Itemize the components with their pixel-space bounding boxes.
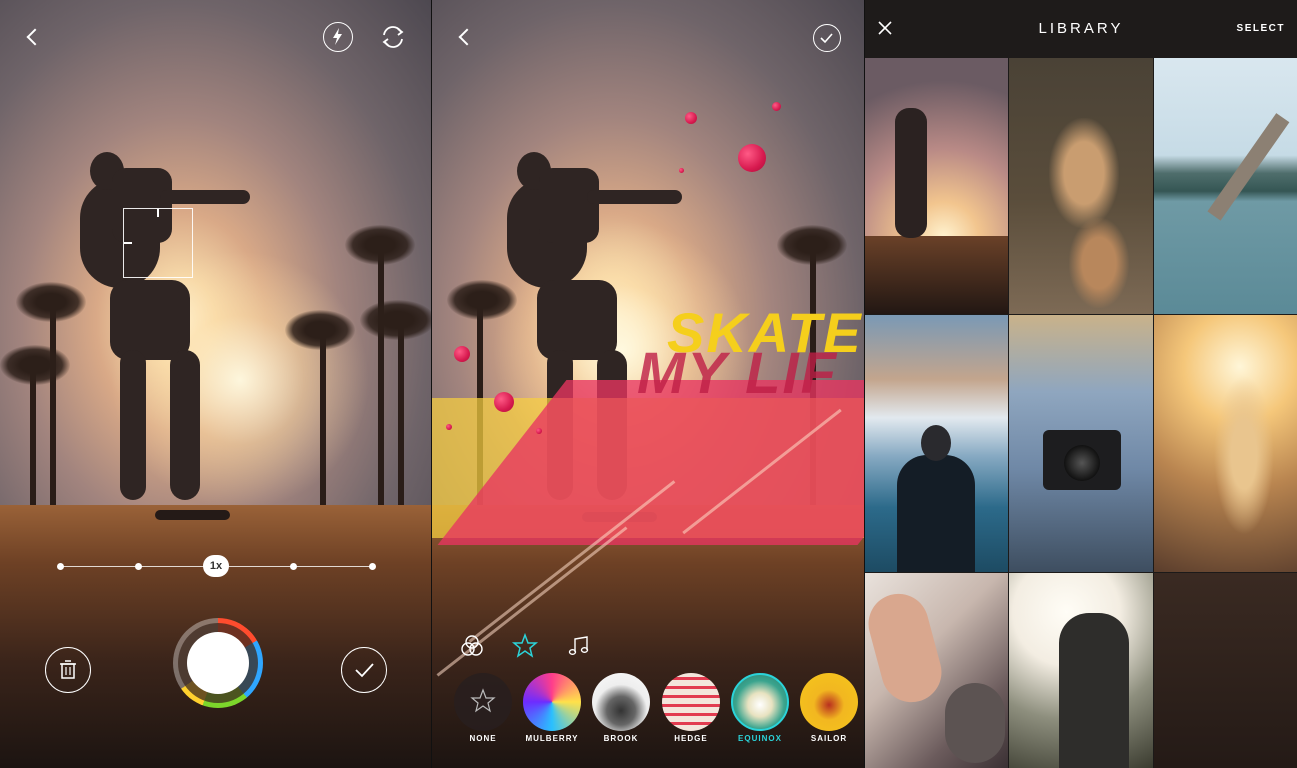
confirm-button[interactable] [341,647,387,693]
palm-frond [360,300,431,340]
photo-thumbnail[interactable] [1009,58,1153,314]
palm-tree [320,330,326,510]
palm-frond [777,225,847,265]
skateboard [155,510,230,520]
checkmark-icon [820,33,833,44]
trash-icon [60,660,76,679]
filter-label: NONE [469,734,497,743]
flash-icon [333,28,342,45]
palm-frond [16,282,86,322]
skater-shorts [110,280,190,360]
palm-tree [50,300,56,510]
music-tool[interactable] [565,632,593,660]
thumb-person [897,455,975,572]
thumb-deer [1049,118,1119,228]
zoom-level-badge[interactable]: 1x [203,555,229,577]
skater-arm [587,190,682,204]
skater-backpack [539,168,599,243]
filter-label: HEDGE [674,734,708,743]
sticker-ball [679,168,684,173]
photo-thumbnail[interactable] [1009,573,1153,768]
skater-leg [120,350,146,500]
back-button[interactable] [18,22,48,52]
palm-tree [398,320,404,510]
thumb-lens [1064,445,1100,481]
library-header: LIBRARY SELECT [865,0,1297,58]
thumb-hand [865,587,949,709]
photo-thumbnail[interactable] [1154,573,1297,768]
thumb-ground [865,236,1008,314]
palm-frond [447,280,517,320]
flip-camera-button[interactable] [378,22,408,52]
photo-thumbnail[interactable] [1154,58,1297,314]
thumb-woman [1214,375,1274,535]
skater-leg [170,350,200,500]
camera-screen: 1x [0,0,431,768]
editor-screen: MY LIF SKATE NONE MULBERRY BROOK HEDGE E… [432,0,864,768]
filter-label: MULBERRY [525,734,579,743]
filters-icon [461,635,483,656]
delete-button[interactable] [45,647,91,693]
filter-label: BROOK [603,734,639,743]
checkmark-icon [355,663,374,678]
filter-equinox[interactable] [731,673,789,731]
chevron-left-icon [458,28,476,46]
photo-thumbnail[interactable] [865,573,1008,768]
photo-thumbnail[interactable] [1154,315,1297,572]
photo-thumbnail[interactable] [865,58,1008,314]
filter-mulberry[interactable] [523,673,581,731]
thumb-skater [895,108,927,238]
filter-sailor[interactable] [800,673,858,731]
focus-frame[interactable] [123,208,193,278]
filter-hedge[interactable] [662,673,720,731]
photo-thumbnail[interactable] [1009,315,1153,572]
palm-frond [345,225,415,265]
sticker-ball [454,346,470,362]
thumb-head [921,425,951,461]
sticker-ball [772,102,781,111]
chevron-left-icon [26,28,44,46]
overlay-text-primary[interactable]: SKATE [667,300,863,365]
zoom-stop[interactable] [135,563,142,570]
palm-frond [0,345,70,385]
filter-label: SAILOR [810,734,848,743]
filters-tool[interactable] [458,632,486,660]
stickers-tool[interactable] [511,632,539,660]
palm-tree [378,250,384,510]
thumb-hiker [1059,613,1129,768]
camera-flip-icon [382,26,404,48]
star-icon [511,632,539,658]
sticker-ball [494,392,514,412]
zoom-stop[interactable] [57,563,64,570]
skater-arm [160,190,250,204]
sticker-ball [446,424,452,430]
thumb-dock [1207,113,1290,221]
flash-button[interactable] [323,22,353,52]
select-button[interactable]: SELECT [1237,23,1285,34]
thumb-cat [945,683,1005,763]
palm-frond [285,310,355,350]
done-button[interactable] [813,24,841,52]
page-title: LIBRARY [1038,20,1124,37]
sticker-ball [685,112,697,124]
photo-thumbnail[interactable] [865,315,1008,572]
music-note-icon [568,636,589,656]
shutter-button[interactable] [187,632,249,694]
library-screen: LIBRARY SELECT [865,0,1297,768]
filter-none[interactable] [454,673,512,731]
thumb-deer-body [1069,218,1129,308]
filter-brook[interactable] [592,673,650,731]
back-button[interactable] [450,22,480,52]
zoom-stop[interactable] [369,563,376,570]
zoom-stop[interactable] [290,563,297,570]
sticker-ball [738,144,766,172]
filter-label-selected: EQUINOX [738,734,782,743]
star-icon [470,688,496,713]
skater-shorts [537,280,617,360]
sticker-ball [536,428,542,434]
